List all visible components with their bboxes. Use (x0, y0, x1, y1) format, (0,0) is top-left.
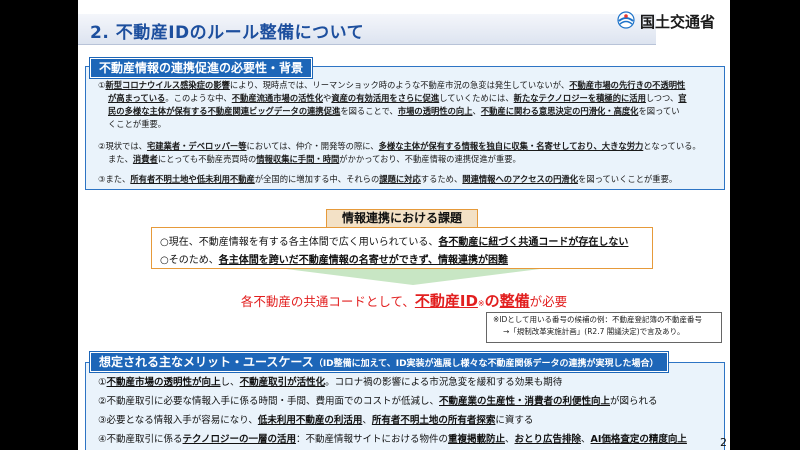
body-text: にとっても不動産売買時の (157, 154, 257, 164)
body-text: ○そのため、 (160, 255, 219, 266)
body-text: 、 (472, 106, 481, 116)
page-number: 2 (720, 436, 727, 449)
body-text: ②現状では、 (98, 141, 147, 151)
body-text: がかかっており、不動産情報の連携促進が重要。 (339, 154, 521, 164)
footnote-line-2: →「規制改革実施計画」(R2.7 閣議決定)で言及あり。 (503, 327, 685, 336)
issues-box: ○現在、不動産情報を有する各主体間で広く用いられている、各不動産に紐づく共通コー… (151, 227, 653, 269)
emphasis-text: 所有者不明土地や低未利用不動産 (130, 174, 255, 184)
paragraph-1-line-4: くことが重要。 (108, 118, 728, 131)
emphasis-text: が高まっている (108, 93, 166, 103)
body-text: しつつ、 (645, 93, 679, 103)
emphasis-text: 不動産に関わる意思決定の円滑化・高度化 (480, 106, 639, 116)
emphasis-text: 不動産市場の先行きの不透明性 (569, 80, 686, 90)
issue-line-2: ○そのため、各主体間を跨いだ不動産情報の名寄せができず、情報連携が困難 (160, 251, 508, 266)
body-text: ① (98, 377, 107, 388)
emphasis-text: 不動産市場の透明性が向上 (106, 377, 221, 388)
title-bar: 2. 不動産IDのルール整備について (78, 14, 656, 45)
merit-3: ③必要となる情報入手が容易になり、低未利用不動産の利活用、所有者不明土地の所有者… (98, 412, 533, 426)
body-text: が全国的に増加する中、それらの (254, 174, 380, 184)
emphasis-text: 関連情報へのアクセスの円滑化 (462, 174, 579, 184)
issue-line-1: ○現在、不動産情報を有する各主体間で広く用いられている、各不動産に紐づく共通コー… (160, 233, 628, 248)
body-text: 、 (362, 415, 372, 426)
merit-1: ①不動産市場の透明性が向上し、不動産取引が活性化。コロナ禍の影響による市況急変を… (98, 374, 562, 388)
body-text: するため、 (420, 174, 463, 184)
conclusion-keyword: 不動産ID (414, 292, 478, 310)
body-text: ：不動産情報サイトにおける物件の (295, 434, 448, 445)
conclusion-keyword-2: 整備 (499, 292, 530, 310)
emphasis-text: 民の多様な主体が保有する不動産関連ビッグデータの連携促進 (108, 106, 341, 116)
emphasis-text: 宅建業者・デベロッパー等 (146, 141, 247, 151)
paragraph-1-line-2: が高まっている。このような中、不動産流通市場の活性化や資産の有効活用をさらに促進… (108, 92, 728, 105)
emphasis-text: 所有者不明土地の所有者探索 (371, 415, 496, 426)
body-text: ○現在、不動産情報を有する各主体間で広く用いられている、 (160, 237, 439, 248)
body-text: を図ることで、 (340, 106, 398, 116)
emphasis-text: 低未利用不動産の利活用 (257, 415, 363, 426)
emphasis-text: 不動産取引が活性化 (239, 377, 326, 388)
background-section: ①新型コロナウイルス感染症の影響により、現時点では、リーマンショック時のような不… (85, 66, 725, 190)
merits-section: ①不動産市場の透明性が向上し、不動産取引が活性化。コロナ禍の影響による市況急変を… (85, 362, 725, 450)
body-text: し、 (220, 377, 240, 388)
logo-mark-icon (617, 11, 635, 29)
footnote-box: ※IDとして用いる番号の候補の例：不動産登記簿の不動産番号 →「規制改革実施計画… (486, 312, 722, 343)
body-text: くことが重要。 (108, 119, 167, 129)
merit-4: ④不動産取引に係るテクノロジーの一層の活用：不動産情報サイトにおける物件の重複掲… (98, 431, 687, 445)
emphasis-text: 重複掲載防止 (447, 434, 505, 445)
emphasis-text: おとり広告排除 (514, 434, 582, 445)
conclusion-particle: の (484, 292, 500, 310)
emphasis-text: 新たなテクノロジーを積極的に活用 (513, 93, 646, 103)
body-text: また、 (108, 154, 133, 164)
paragraph-2: ②現状では、宅建業者・デベロッパー等においては、仲介・開発等の際に、多様な主体が… (98, 140, 718, 153)
emphasis-text: 各主体間を跨いだ不動産情報の名寄せができず、情報連携が困難 (218, 255, 509, 266)
conclusion-text: 各不動産の共通コードとして、不動産ID※の整備が必要 (78, 290, 730, 311)
footnote-line-1: ※IDとして用いる番号の候補の例：不動産登記簿の不動産番号 (493, 315, 703, 324)
body-text: が図られる (610, 396, 658, 407)
emphasis-text: 資産の有効活用をさらに促進 (331, 93, 440, 103)
emphasis-text: 消費者 (132, 154, 158, 164)
paragraph-1-line-3: 民の多様な主体が保有する不動産関連ビッグデータの連携促進を図ることで、市場の透明… (108, 105, 728, 118)
emphasis-text: AI価格査定の精度向上 (590, 434, 687, 445)
body-text: ③必要となる情報入手が容易になり、 (98, 415, 258, 426)
body-text: していくためには、 (439, 93, 514, 103)
emphasis-text: 市場の透明性の向上 (397, 106, 473, 116)
emphasis-text: 不動産流通市場の活性化 (231, 93, 324, 103)
down-arrow-icon (286, 269, 540, 285)
body-text: 、 (505, 434, 515, 445)
body-text: 、 (581, 434, 591, 445)
body-text: を図ってい (638, 106, 680, 116)
issues-header: 情報連携における課題 (326, 209, 478, 228)
slide-title: 2. 不動産IDのルール整備について (90, 23, 365, 43)
body-text: により、現時点では、リーマンショック時のような不動産市況の急変は発生していないが… (229, 80, 570, 90)
conclusion-post: が必要 (529, 294, 568, 309)
merit-2: ②不動産取引に必要な情報入手に係る時間・手間、費用面でのコストが低減し、不動産業… (98, 393, 658, 407)
body-text: に資する (495, 415, 534, 426)
body-text: ②不動産取引に必要な情報入手に係る時間・手間、費用面でのコストが低減し、 (98, 396, 440, 407)
paragraph-1: ①新型コロナウイルス感染症の影響により、現時点では、リーマンショック時のような不… (98, 79, 718, 92)
body-text: 。このような中、 (165, 93, 232, 103)
paragraph-2-line-2: また、消費者にとっても不動産売買時の情報収集に手間・時間がかかっており、不動産情… (108, 153, 728, 166)
merits-header-subtitle: （ID整備に加えて、ID実装が進展し様々な不動産関係データの連携が実現した場合） (313, 359, 659, 369)
paragraph-3: ③また、所有者不明土地や低未利用不動産が全国的に増加する中、それらの課題に対応す… (98, 173, 718, 186)
body-text: においては、仲介・開発等の際に、 (246, 141, 379, 151)
emphasis-text: 官 (678, 93, 687, 103)
slide: 2. 不動産IDのルール整備について 国土交通省 ①新型コロナウイルス感染症の影… (78, 0, 730, 450)
body-text: ④不動産取引に係る (98, 434, 183, 445)
conclusion-footnote-mark: ※ (477, 299, 485, 308)
section-header-background: 不動産情報の連携促進の必要性・背景 (88, 57, 314, 79)
mlit-logo: 国土交通省 (613, 8, 728, 32)
section-header-merits: 想定される主なメリット・ユースケース（ID整備に加えて、ID実装が進展し様々な不… (89, 351, 669, 373)
body-text: 。コロナ禍の影響による市況急変を緩和する効果も期待 (325, 377, 563, 388)
body-text: を図っていくことが重要。 (578, 174, 678, 184)
emphasis-text: 多様な主体が保有する情報を独自に収集・名寄せしており、大きな労力 (378, 141, 644, 151)
conclusion-pre: 各不動産の共通コードとして、 (240, 294, 415, 309)
emphasis-text: 情報収集に手間・時間 (256, 154, 340, 164)
body-text: となっている。 (643, 141, 701, 151)
emphasis-text: 課題に対応 (379, 174, 421, 184)
body-text: ③また、 (98, 174, 131, 184)
emphasis-text: 新型コロナウイルス感染症の影響 (105, 80, 230, 90)
emphasis-text: 不動産業の生産性・消費者の利便性向上 (439, 396, 611, 407)
emphasis-text: 各不動産に紐づく共通コードが存在しない (438, 237, 629, 248)
emphasis-text: テクノロジーの一層の活用 (182, 434, 296, 445)
merits-header-title: 想定される主なメリット・ユースケース (99, 355, 314, 369)
logo-text: 国土交通省 (640, 13, 716, 31)
